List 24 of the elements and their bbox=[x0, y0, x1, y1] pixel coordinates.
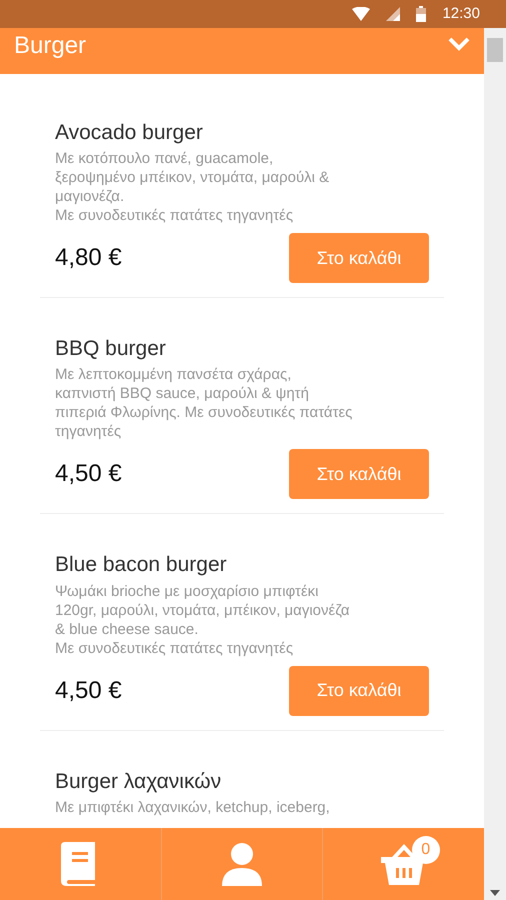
item-price: 4,50 € bbox=[55, 676, 122, 706]
cart-count-badge: 0 bbox=[412, 836, 440, 864]
add-to-cart-button[interactable]: Στο καλάθι bbox=[289, 666, 429, 716]
wifi-icon bbox=[352, 7, 370, 21]
item-price: 4,50 € bbox=[55, 459, 122, 490]
chevron-icon[interactable] bbox=[448, 37, 470, 51]
item-description: Με κοτόπουλο πανέ, guacamole, ξεροψημένο μπέικον, ντομάτα, μαρούλι & μαγιονέζα. Με συνοδευτικές πατάτες τηγανητές bbox=[55, 149, 330, 226]
item-name: Avocado burger bbox=[55, 120, 204, 146]
category-title: Burger bbox=[14, 34, 86, 58]
scrollbar-thumb[interactable] bbox=[487, 38, 503, 62]
signal-icon bbox=[386, 7, 400, 21]
add-to-cart-button[interactable]: Στο καλάθι bbox=[289, 233, 429, 284]
add-to-cart-button[interactable]: Στο καλάθι bbox=[289, 449, 429, 500]
battery-icon bbox=[416, 6, 426, 22]
scroll-down-arrow-icon[interactable] bbox=[490, 890, 500, 896]
item-description: Με λεπτοκομμένη πανσέτα σχάρας, καπνιστή BBQ sauce, μαρούλι & ψητή πιπεριά Φλωρίνης. Με συνοδευτικές πατάτες τηγανητές bbox=[55, 365, 354, 442]
item-price: 4,80 € bbox=[55, 243, 122, 274]
item-description: Με μπιφτέκι λαχανικών, ketchup, iceberg, bbox=[55, 798, 331, 817]
item-name: BBQ burger bbox=[55, 336, 167, 362]
item-name: Blue bacon burger bbox=[55, 552, 228, 578]
item-description: Ψωμάκι brioche με μοσχαρίσιο μπιφτέκι 120gr, μαρούλι, ντομάτα, μπέικον, μαγιονέζα & blue cheese sauce. Με συνοδευτικές πατάτες τηγανητές bbox=[55, 582, 350, 658]
user-icon bbox=[220, 842, 264, 886]
item-name: Burger λαχανικών bbox=[55, 768, 222, 794]
status-time: 12:30 bbox=[442, 4, 480, 24]
